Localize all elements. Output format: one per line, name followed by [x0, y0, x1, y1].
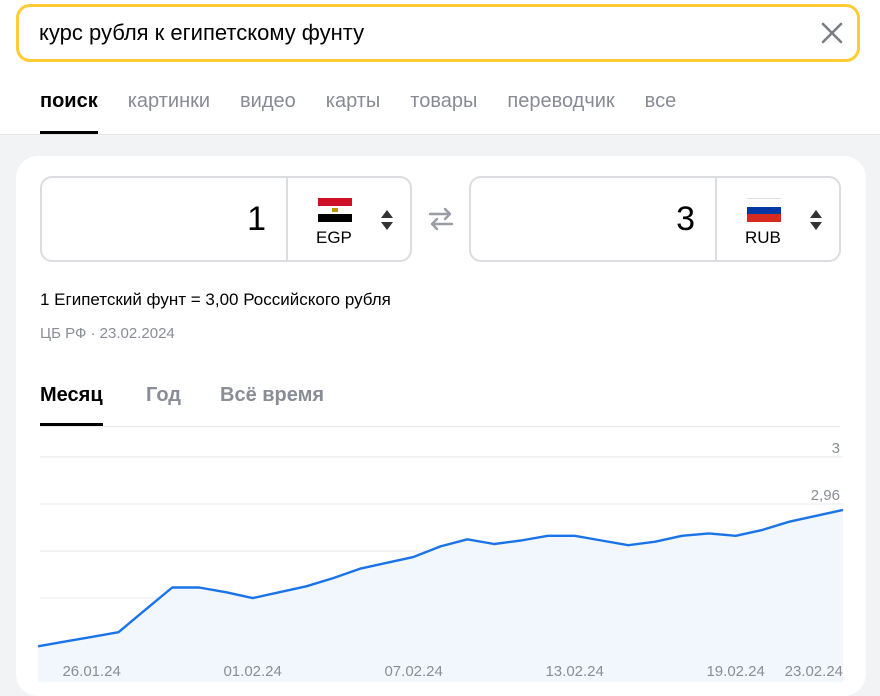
rate-chart: 2,842,882,922,96326.01.2401.02.2407.02.2…: [37, 440, 844, 682]
y-tick-label: 3: [832, 440, 840, 457]
y-tick-label: 2,96: [811, 487, 840, 504]
x-tick-label: 19.02.24: [706, 663, 764, 680]
x-tick-label: 01.02.24: [223, 663, 281, 680]
x-tick-label: 13.02.24: [545, 663, 603, 680]
x-tick-label: 23.02.24: [785, 663, 843, 680]
x-tick-label: 26.01.24: [62, 663, 120, 680]
x-tick-label: 07.02.24: [384, 663, 442, 680]
